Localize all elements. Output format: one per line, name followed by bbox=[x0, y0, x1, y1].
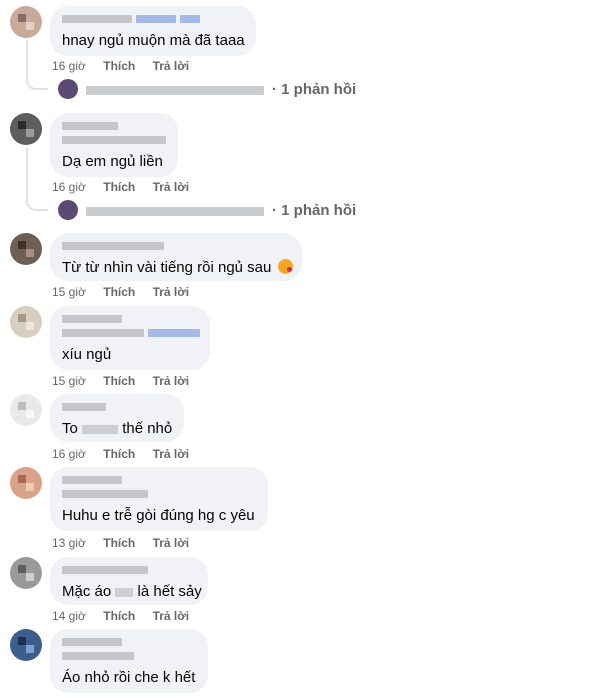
comment-time[interactable]: 16 giờ bbox=[52, 447, 86, 461]
comment-bubble: Áo nhỏ rồi che k hết bbox=[50, 629, 208, 693]
comment-actions: 16 giờ Thích Trả lời bbox=[52, 59, 203, 73]
comment-text: To thế nhỏ bbox=[62, 420, 173, 437]
reply-button[interactable]: Trả lời bbox=[153, 536, 190, 550]
author-name-blurred[interactable] bbox=[62, 566, 196, 578]
reply-button[interactable]: Trả lời bbox=[153, 374, 190, 388]
avatar[interactable] bbox=[10, 306, 42, 338]
author-name-blurred[interactable] bbox=[62, 403, 172, 415]
author-name-blurred[interactable] bbox=[62, 638, 196, 664]
comment-text: xíu ngủ bbox=[62, 346, 112, 363]
avatar[interactable] bbox=[10, 113, 42, 145]
thread-elbow bbox=[26, 199, 48, 211]
view-replies-link[interactable]: · 1 phản hồi bbox=[58, 200, 358, 222]
reply-button[interactable]: Trả lời bbox=[153, 59, 190, 73]
thread-elbow bbox=[26, 78, 48, 90]
author-name-blurred[interactable] bbox=[62, 15, 244, 27]
like-button[interactable]: Thích bbox=[103, 609, 135, 623]
comment-bubble: Huhu e trễ gòi đúng hg c yêu bbox=[50, 467, 268, 531]
reply-button[interactable]: Trả lời bbox=[153, 180, 190, 194]
comment-text: Dạ em ngủ liền bbox=[62, 153, 163, 170]
comment-text: Từ từ nhìn vài tiếng rồi ngủ sau bbox=[62, 258, 293, 277]
comment-time[interactable]: 14 giờ bbox=[52, 609, 86, 623]
like-button[interactable]: Thích bbox=[103, 536, 135, 550]
comment-bubble: Dạ em ngủ liền bbox=[50, 113, 178, 177]
avatar[interactable] bbox=[10, 629, 42, 661]
like-button[interactable]: Thích bbox=[103, 59, 135, 73]
author-name-blurred[interactable] bbox=[62, 315, 200, 341]
like-button[interactable]: Thích bbox=[103, 285, 135, 299]
comment-actions: 16 giờ Thích Trả lời bbox=[52, 447, 203, 461]
avatar[interactable] bbox=[10, 467, 42, 499]
comment-time[interactable]: 15 giờ bbox=[52, 374, 86, 388]
comment-actions: 13 giờ Thích Trả lời bbox=[52, 536, 203, 550]
comment-bubble: Mặc áo là hết sảy bbox=[50, 557, 208, 605]
avatar bbox=[58, 79, 78, 99]
comment-bubble: hnay ngủ muộn mà đã taaa bbox=[50, 6, 256, 56]
thread-line bbox=[26, 40, 28, 80]
censored-word bbox=[115, 587, 134, 597]
like-button[interactable]: Thích bbox=[103, 447, 135, 461]
like-button[interactable]: Thích bbox=[103, 374, 135, 388]
comment-time[interactable]: 16 giờ bbox=[52, 180, 86, 194]
reply-button[interactable]: Trả lời bbox=[153, 447, 190, 461]
view-replies-link[interactable]: · 1 phản hồi bbox=[58, 79, 358, 101]
kissing-face-icon bbox=[277, 259, 293, 274]
comment-time[interactable]: 13 giờ bbox=[52, 536, 86, 550]
author-name-blurred[interactable] bbox=[62, 242, 290, 254]
reply-button[interactable]: Trả lời bbox=[153, 285, 190, 299]
comment-actions: 14 giờ Thích Trả lời bbox=[52, 609, 203, 623]
comment-text: Áo nhỏ rồi che k hết bbox=[62, 669, 196, 686]
comment-actions: 16 giờ Thích Trả lời bbox=[52, 180, 203, 194]
author-name-blurred[interactable] bbox=[62, 476, 256, 502]
comment-actions: 15 giờ Thích Trả lời bbox=[52, 374, 203, 388]
avatar[interactable] bbox=[10, 6, 42, 38]
replies-count[interactable]: · 1 phản hồi bbox=[272, 202, 356, 219]
author-name-blurred[interactable] bbox=[62, 122, 166, 148]
like-button[interactable]: Thích bbox=[103, 180, 135, 194]
avatar[interactable] bbox=[10, 233, 42, 265]
comment-bubble: To thế nhỏ bbox=[50, 394, 184, 442]
avatar[interactable] bbox=[10, 557, 42, 589]
comment-time[interactable]: 16 giờ bbox=[52, 59, 86, 73]
comment-bubble: Từ từ nhìn vài tiếng rồi ngủ sau bbox=[50, 233, 302, 281]
comment-bubble: xíu ngủ bbox=[50, 306, 210, 370]
replies-count[interactable]: · 1 phản hồi bbox=[272, 81, 356, 98]
reply-button[interactable]: Trả lời bbox=[153, 609, 190, 623]
comment-actions: 15 giờ Thích Trả lời bbox=[52, 285, 203, 299]
thread-line bbox=[26, 148, 28, 200]
censored-word bbox=[82, 424, 119, 434]
avatar bbox=[58, 200, 78, 220]
avatar[interactable] bbox=[10, 394, 42, 426]
comment-text: Huhu e trễ gòi đúng hg c yêu bbox=[62, 507, 255, 524]
comment-time[interactable]: 15 giờ bbox=[52, 285, 86, 299]
comment-text: hnay ngủ muộn mà đã taaa bbox=[62, 32, 245, 49]
comment-text: Mặc áo là hết sảy bbox=[62, 583, 202, 600]
